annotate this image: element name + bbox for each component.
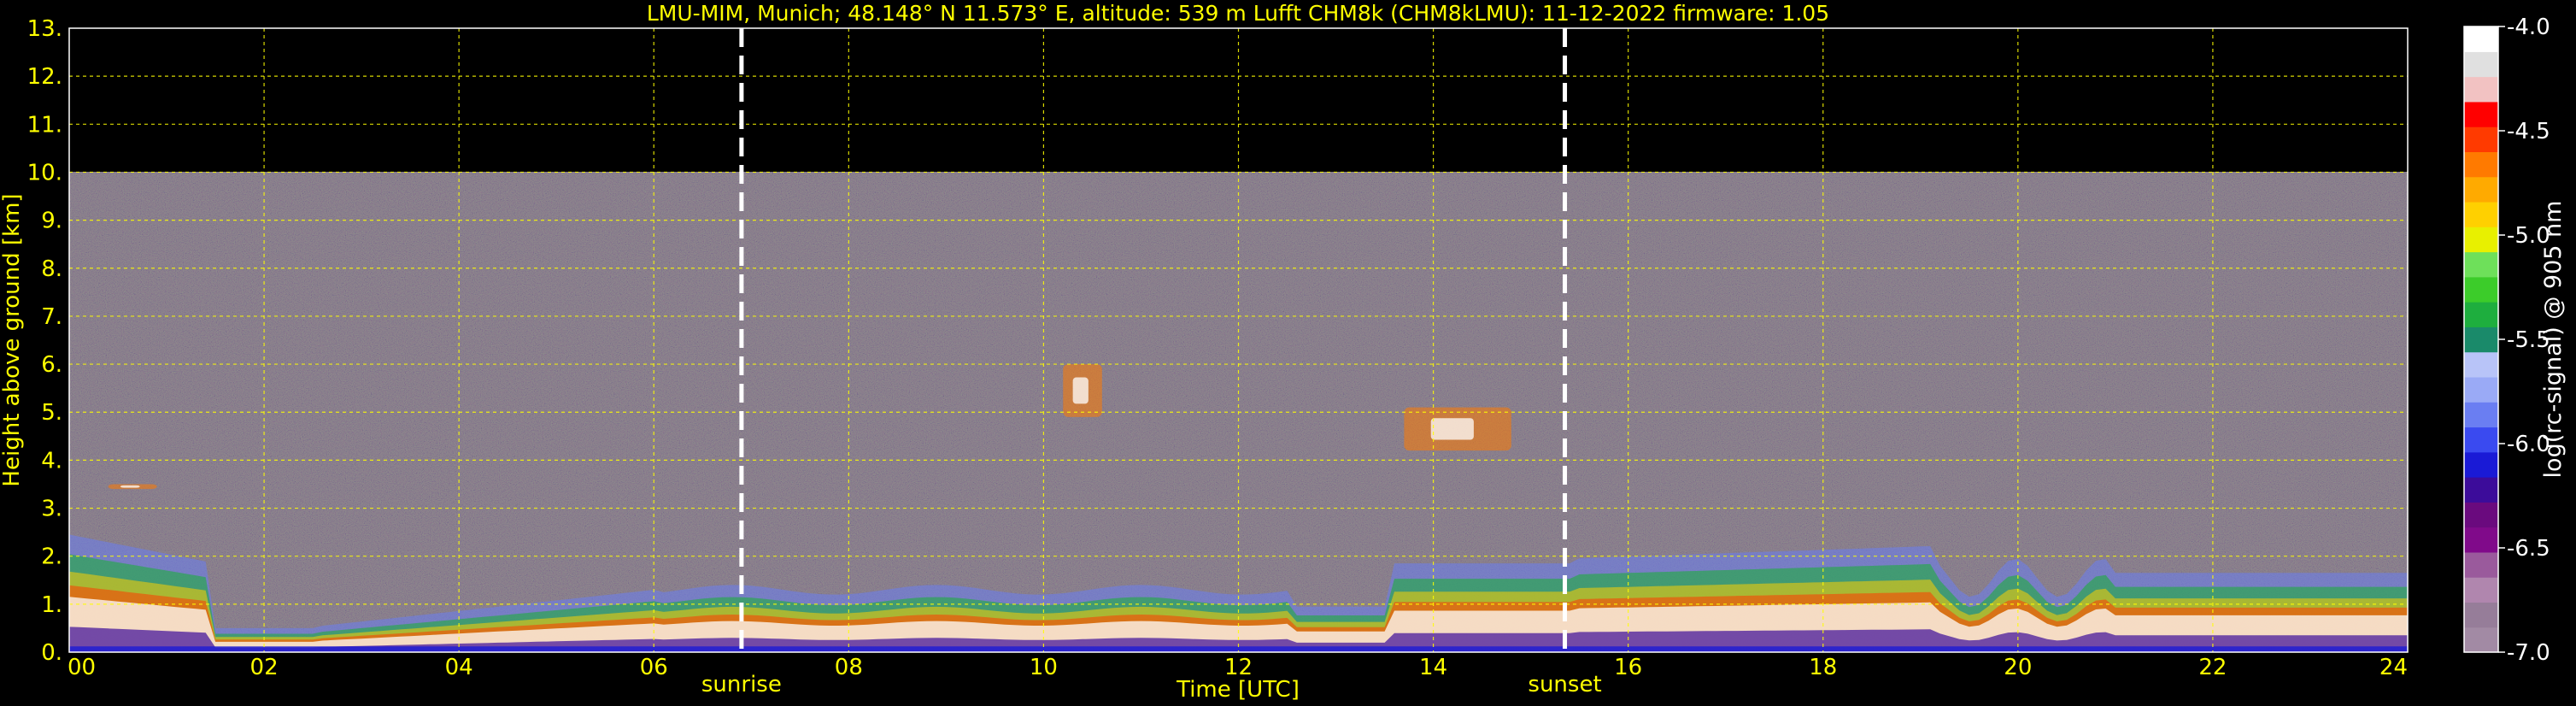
x-tick-label: 22 [2198, 655, 2227, 680]
event-label-sunset: sunset [1528, 672, 1601, 697]
y-tick-label: 10. [27, 160, 62, 185]
colorbar-swatch [2464, 551, 2498, 578]
colorbar-swatch [2464, 327, 2498, 353]
colorbar-swatch [2464, 51, 2498, 78]
x-tick-label: 02 [250, 655, 279, 680]
colorbar-swatch [2464, 602, 2498, 628]
colorbar-swatch [2464, 101, 2498, 127]
colorbar-swatch [2464, 627, 2498, 653]
y-tick-label: 5. [41, 400, 62, 426]
x-tick-label: 08 [835, 655, 863, 680]
colorbar-swatch [2464, 126, 2498, 152]
y-tick-label: 11. [27, 112, 62, 138]
colorbar-swatch [2464, 351, 2498, 378]
cloud-core-layer-00-01h [120, 485, 140, 488]
y-tick-label: 3. [41, 497, 62, 522]
x-tick-label: 16 [1614, 655, 1642, 680]
x-axis-label: Time [UTC] [1176, 677, 1300, 703]
cloud-core-clouds-10-11h [1072, 377, 1088, 404]
x-axis-ticks: 00 02 04 06 08 10 12 14 16 18 20 22 24 [67, 655, 2408, 680]
x-tick-label: 12 [1224, 655, 1253, 680]
colorbar-swatch [2464, 502, 2498, 528]
x-tick-label: 04 [445, 655, 473, 680]
x-tick-label: 10 [1030, 655, 1058, 680]
y-tick-label: 9. [41, 209, 62, 234]
y-axis-label: Height above ground [km] [0, 193, 25, 486]
x-tick-label: 14 [1419, 655, 1447, 680]
colorbar: -4.0-4.5-5.0-5.5-6.0-6.5-7.0 log(rc-sign… [2463, 15, 2567, 666]
cloud-core-clouds-13-14h [1430, 418, 1474, 440]
chart-title: LMU-MIM, Munich; 48.148° N 11.573° E, al… [647, 1, 1829, 26]
colorbar-swatch [2464, 251, 2498, 278]
y-tick-label: 8. [41, 256, 62, 282]
colorbar-swatch [2464, 427, 2498, 453]
y-tick-label: 13. [27, 16, 62, 42]
colorbar-swatch [2464, 26, 2498, 52]
event-label-sunrise: sunrise [701, 672, 782, 697]
colorbar-swatch [2464, 227, 2498, 253]
y-axis-ticks: 0. 1. 2. 3. 4. 5. 6. 7. 8. 9. 10. 11. 12. 13. [27, 16, 62, 666]
x-tick-label: 06 [640, 655, 668, 680]
y-tick-label: 4. [41, 448, 62, 474]
x-tick-label: 24 [2379, 655, 2408, 680]
colorbar-tick-label: -4.5 [2507, 119, 2550, 144]
y-tick-label: 1. [41, 592, 62, 618]
colorbar-swatch [2464, 302, 2498, 327]
colorbar-swatches [2464, 26, 2498, 653]
x-tick-label: 00 [67, 655, 96, 680]
y-tick-label: 12. [27, 64, 62, 90]
colorbar-swatch [2464, 577, 2498, 603]
y-tick-label: 2. [41, 544, 62, 570]
colorbar-tick-label: -4.0 [2507, 15, 2550, 40]
colorbar-swatch [2464, 376, 2498, 403]
colorbar-tick-label: -7.0 [2507, 640, 2550, 666]
x-tick-label: 20 [2004, 655, 2032, 680]
x-tick-label: 18 [1809, 655, 1837, 680]
colorbar-swatch [2464, 176, 2498, 203]
colorbar-swatch [2464, 527, 2498, 553]
y-tick-label: 6. [41, 352, 62, 378]
y-tick-label: 0. [41, 640, 62, 666]
plot-area [68, 27, 2409, 653]
colorbar-swatch [2464, 402, 2498, 428]
colorbar-label: log(rc-signal) @ 905 nm [2540, 201, 2567, 479]
colorbar-swatch [2464, 151, 2498, 178]
colorbar-swatch [2464, 201, 2498, 227]
colorbar-swatch [2464, 276, 2498, 303]
colorbar-swatch [2464, 451, 2498, 478]
colorbar-swatch [2464, 477, 2498, 503]
y-tick-label: 7. [41, 304, 62, 330]
ceilometer-chart: LMU-MIM, Munich; 48.148° N 11.573° E, al… [0, 1, 2567, 703]
colorbar-tick-label: -6.5 [2507, 536, 2550, 562]
colorbar-swatch [2464, 76, 2498, 103]
